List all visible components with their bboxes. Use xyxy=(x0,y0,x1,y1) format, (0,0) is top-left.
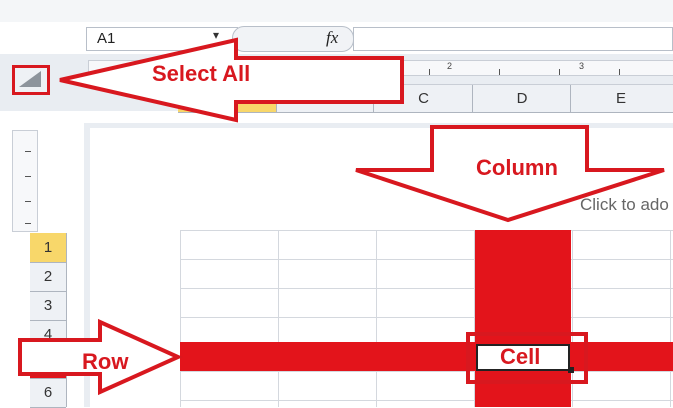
callout-arrows xyxy=(18,37,665,396)
row-label: Row xyxy=(82,349,129,374)
select-all-label: Select All xyxy=(152,61,251,86)
column-label: Column xyxy=(476,155,558,180)
cell-label: Cell xyxy=(500,344,541,369)
